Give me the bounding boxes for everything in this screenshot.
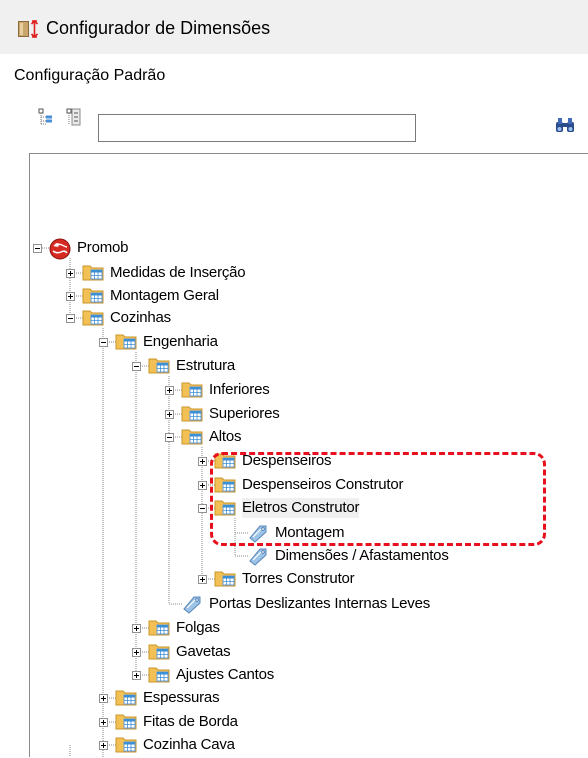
folder-icon [181, 404, 205, 424]
tree-node[interactable]: Estrutura [148, 356, 235, 376]
tree-node-label: Altos [209, 428, 242, 445]
tree-node-label: Gavetas [176, 643, 231, 660]
tree-node-label: Inferiores [209, 381, 270, 398]
folder-icon [82, 286, 106, 306]
folder-icon [115, 688, 139, 708]
tree-node[interactable]: Engenharia [115, 332, 218, 352]
tree-node[interactable]: Ajustes Cantos [148, 665, 274, 685]
folder-icon [82, 308, 106, 328]
tree-node-label: Estrutura [176, 357, 236, 374]
tree-node[interactable]: Altos [181, 427, 242, 447]
folder-icon [148, 356, 172, 376]
tree-node[interactable]: Espessuras [115, 688, 220, 708]
tag-icon [247, 523, 271, 543]
collapse-toggle-icon[interactable] [198, 504, 207, 513]
collapse-toggle-icon[interactable] [66, 314, 75, 323]
tree-node[interactable]: Portas Deslizantes Internas Leves [181, 594, 430, 614]
tree-node-label: Portas Deslizantes Internas Leves [209, 595, 431, 612]
tree-node[interactable]: Medidas de Inserção [82, 263, 246, 283]
tree-node-label: Engenharia [143, 333, 218, 350]
expand-toggle-icon[interactable] [99, 741, 108, 750]
expand-toggle-icon[interactable] [132, 671, 141, 680]
tree-node[interactable]: Cozinhas [82, 308, 171, 328]
tree-node-label: Torres Construtor [242, 570, 355, 587]
tree-node[interactable]: Despenseiros Construtor [214, 475, 404, 495]
tree-node-label: Montagem [275, 524, 345, 541]
tree-node[interactable]: Eletros Construtor [214, 498, 359, 518]
tree-node-label: Fitas de Borda [143, 713, 238, 730]
collapse-toggle-icon[interactable] [33, 244, 42, 253]
expand-toggle-icon[interactable] [132, 648, 141, 657]
tree-node-label: Cozinha Cava [143, 736, 235, 753]
folder-icon [214, 498, 238, 518]
expand-toggle-icon[interactable] [198, 481, 207, 490]
folder-icon [115, 332, 139, 352]
tree-node-label: Despenseiros Construtor [242, 476, 404, 493]
tree-node[interactable]: Gavetas [148, 642, 231, 662]
tree-node[interactable]: Folgas [148, 618, 220, 638]
tree-node-label: Ajustes Cantos [176, 666, 275, 683]
tree-node-label: Superiores [209, 405, 280, 422]
tree-node[interactable]: Inferiores [181, 380, 270, 400]
expand-toggle-icon[interactable] [165, 410, 174, 419]
tree-node-label: Folgas [176, 619, 220, 636]
expand-toggle-icon[interactable] [132, 624, 141, 633]
tree-node[interactable]: Promob [49, 238, 129, 260]
folder-icon [82, 263, 106, 283]
tree-node-label: Promob [77, 239, 129, 256]
tree-connector-lines [42, 247, 249, 757]
tag-icon [247, 546, 271, 566]
folder-icon [148, 642, 172, 662]
folder-icon [148, 665, 172, 685]
folder-icon [148, 618, 172, 638]
folder-icon [181, 427, 205, 447]
tree-node-label: Dimensões / Afastamentos [275, 547, 449, 564]
tree-node-label: Cozinhas [110, 309, 171, 326]
folder-icon [115, 735, 139, 755]
tag-icon [181, 594, 205, 614]
folder-icon [214, 569, 238, 589]
expand-toggle-icon[interactable] [66, 292, 75, 301]
folder-icon [181, 380, 205, 400]
tree-node[interactable]: Superiores [181, 404, 280, 424]
expand-toggle-icon[interactable] [66, 269, 75, 278]
collapse-toggle-icon[interactable] [165, 433, 174, 442]
expand-toggle-icon[interactable] [99, 694, 108, 703]
collapse-toggle-icon[interactable] [132, 362, 141, 371]
tree-node-label: Despenseiros [242, 452, 332, 469]
tree-node[interactable]: Montagem Geral [82, 286, 219, 306]
tree-node[interactable]: Torres Construtor [214, 569, 355, 589]
tree-node-label: Espessuras [143, 689, 220, 706]
tree-node-label: Eletros Construtor [242, 498, 360, 518]
collapse-toggle-icon[interactable] [99, 338, 108, 347]
tree-node[interactable]: Cozinha Cava [115, 735, 235, 755]
globe-icon [49, 238, 73, 260]
folder-icon [214, 475, 238, 495]
folder-icon [115, 712, 139, 732]
expand-toggle-icon[interactable] [165, 386, 174, 395]
tree-node[interactable]: Montagem [247, 523, 344, 543]
tree-node-label: Montagem Geral [110, 287, 219, 304]
expand-toggle-icon[interactable] [198, 575, 207, 584]
expand-toggle-icon[interactable] [99, 718, 108, 727]
expand-toggle-icon[interactable] [198, 457, 207, 466]
tree-node[interactable]: Fitas de Borda [115, 712, 238, 732]
tree-node-label: Medidas de Inserção [110, 264, 246, 281]
folder-icon [214, 451, 238, 471]
tree-node[interactable]: Despenseiros [214, 451, 332, 471]
tree-node[interactable]: Dimensões / Afastamentos [247, 546, 449, 566]
